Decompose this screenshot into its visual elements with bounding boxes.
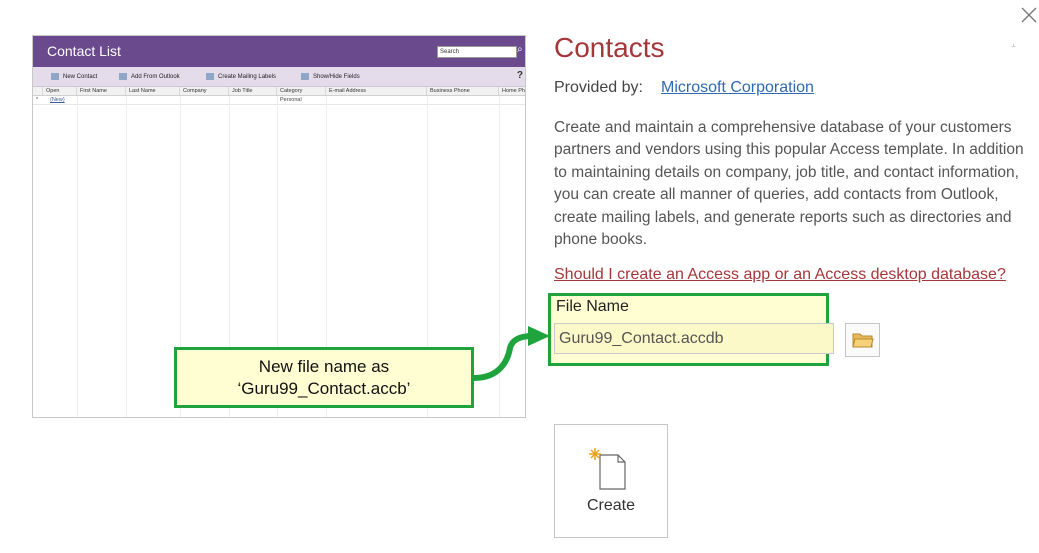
- browse-folder-button[interactable]: [845, 323, 880, 357]
- callout-line-2: ‘Guru99_Contact.accb’: [237, 379, 411, 398]
- column-header: Last Name: [126, 87, 180, 95]
- column-header: Open: [43, 87, 77, 95]
- column-header: E-mail Address: [326, 87, 427, 95]
- column-header: First Name: [77, 87, 126, 95]
- preview-header-row: Open First Name Last Name Company Job Ti…: [33, 87, 525, 96]
- search-icon: ⌕: [517, 44, 523, 55]
- preview-add-from-outlook: Add From Outlook: [119, 73, 180, 80]
- preview-search-box: Search: [437, 46, 517, 58]
- outlook-icon: [119, 73, 127, 80]
- preview-title: Contact List: [47, 43, 121, 59]
- file-name-highlight: File Name: [548, 293, 834, 366]
- folder-icon: [851, 333, 874, 348]
- new-contact-icon: [51, 73, 59, 80]
- annotation-callout: New file name as ‘Guru99_Contact.accb’: [174, 347, 474, 408]
- preview-show-hide-fields: Show/Hide Fields: [301, 73, 360, 80]
- file-name-input[interactable]: [554, 323, 834, 354]
- preview-mailing-labels: Create Mailing Labels: [206, 73, 276, 80]
- callout-arrow-icon: [471, 326, 550, 381]
- provider-link[interactable]: Microsoft Corporation: [661, 79, 814, 97]
- table-row: * (New) Personal: [33, 96, 525, 105]
- template-title: Contacts: [554, 32, 665, 63]
- column-header: Job Title: [229, 87, 277, 95]
- row-marker: *: [36, 97, 39, 103]
- category-cell: Personal: [280, 97, 302, 103]
- column-header: Category: [277, 87, 326, 95]
- labels-icon: [206, 73, 214, 80]
- pin-icon[interactable]: ⫠: [1011, 40, 1016, 50]
- access-app-question-link[interactable]: Should I create an Access app or an Acce…: [554, 266, 1006, 284]
- create-label: Create: [586, 497, 636, 514]
- preview-titlebar: Contact List Search ⌕: [33, 36, 525, 67]
- column-header: Home Ph: [502, 88, 525, 94]
- provided-by-label: Provided by:: [554, 79, 643, 96]
- callout-line-1: New file name as: [258, 357, 390, 376]
- open-link: (New): [50, 97, 65, 103]
- close-icon[interactable]: [1020, 6, 1038, 24]
- create-button[interactable]: Create: [554, 424, 668, 538]
- column-header: Business Phone: [427, 87, 499, 95]
- column-header: Company: [180, 87, 229, 95]
- fields-icon: [301, 73, 309, 80]
- template-description: Create and maintain a comprehensive data…: [554, 119, 1024, 249]
- preview-new-contact: New Contact: [51, 73, 97, 80]
- file-name-label: File Name: [556, 298, 629, 315]
- help-icon: ?: [516, 70, 523, 81]
- preview-toolbar: New Contact Add From Outlook Create Mail…: [33, 67, 525, 87]
- new-document-icon: [589, 448, 626, 490]
